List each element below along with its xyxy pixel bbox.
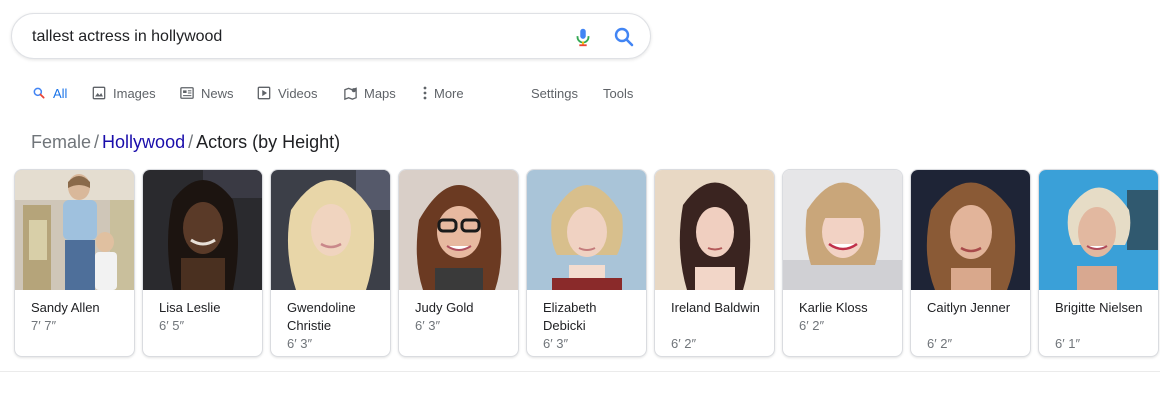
breadcrumb-current: Actors (by Height) [196, 132, 341, 152]
person-photo [271, 170, 390, 290]
tab-label: News [201, 85, 234, 101]
person-name: Brigitte Nielsen [1055, 300, 1143, 315]
person-card[interactable]: Judy Gold 6′ 3″ [398, 169, 519, 357]
person-card[interactable]: Ireland Baldwin 6′ 2″ [654, 169, 775, 357]
person-name: Gwendoline Christie [287, 300, 356, 333]
person-photo [399, 170, 518, 290]
tab-all[interactable]: All [31, 82, 67, 104]
person-name: Judy Gold [415, 300, 474, 315]
person-photo [527, 170, 646, 290]
person-photo [1039, 170, 1158, 290]
person-photo [655, 170, 774, 290]
person-height: 6′ 3″ [543, 336, 569, 351]
microphone-icon[interactable] [572, 26, 594, 48]
person-height: 6′ 5″ [159, 318, 185, 333]
tab-more[interactable]: More [421, 82, 464, 104]
person-name: Ireland Baldwin [671, 300, 760, 315]
video-icon [256, 85, 272, 101]
person-height: 6′ 2″ [671, 336, 697, 351]
tab-label: All [53, 85, 68, 101]
person-name: Lisa Leslie [159, 300, 221, 315]
search-input[interactable] [32, 26, 552, 48]
tab-maps[interactable]: Maps [342, 82, 396, 104]
breadcrumb-separator: / [94, 132, 100, 152]
tab-tools[interactable]: Tools [603, 82, 633, 104]
person-photo [783, 170, 902, 290]
tab-label: Images [113, 85, 156, 101]
tab-videos[interactable]: Videos [256, 82, 318, 104]
breadcrumb-hollywood[interactable]: Hollywood [102, 132, 185, 152]
person-photo [15, 170, 134, 290]
tab-news[interactable]: News [179, 82, 234, 104]
news-icon [179, 85, 195, 101]
breadcrumb-separator: / [188, 132, 194, 152]
person-height: 6′ 2″ [799, 318, 825, 333]
person-name: Elizabeth Debicki [543, 300, 597, 333]
person-photo [143, 170, 262, 290]
person-height: 6′ 3″ [287, 336, 313, 351]
person-height: 7′ 7″ [31, 318, 57, 333]
person-card[interactable]: Brigitte Nielsen 6′ 1″ [1038, 169, 1159, 357]
tab-images[interactable]: Images [91, 82, 156, 104]
person-card[interactable]: Caitlyn Jenner 6′ 2″ [910, 169, 1031, 357]
divider [0, 371, 1160, 372]
person-name: Caitlyn Jenner [927, 300, 1011, 315]
person-height: 6′ 3″ [415, 318, 441, 333]
tab-label: Tools [603, 85, 634, 101]
person-card[interactable]: Sandy Allen 7′ 7″ [14, 169, 135, 357]
person-card[interactable]: Elizabeth Debicki 6′ 3″ [526, 169, 647, 357]
tab-settings[interactable]: Settings [531, 82, 578, 104]
person-name: Karlie Kloss [799, 300, 868, 315]
breadcrumb-female[interactable]: Female [31, 132, 91, 152]
people-carousel: Sandy Allen 7′ 7″ Lisa Leslie 6′ 5″ Gwen… [14, 169, 1160, 359]
tab-label: Videos [278, 85, 318, 101]
person-height: 6′ 1″ [1055, 336, 1081, 351]
breadcrumb: Female / Hollywood / Actors (by Height) [31, 132, 340, 153]
person-card[interactable]: Gwendoline Christie 6′ 3″ [270, 169, 391, 357]
search-bar [11, 13, 651, 59]
tab-label: Settings [531, 85, 578, 101]
person-card[interactable]: Karlie Kloss 6′ 2″ [782, 169, 903, 357]
person-height: 6′ 2″ [927, 336, 953, 351]
more-vertical-icon [421, 85, 429, 101]
tab-label: More [434, 85, 464, 101]
image-icon [91, 85, 107, 101]
person-photo [911, 170, 1030, 290]
search-submit-icon[interactable] [612, 25, 636, 49]
person-name: Sandy Allen [31, 300, 100, 315]
search-icon [31, 85, 47, 101]
search-tabs: All Images News Videos Maps More Setting… [31, 82, 671, 104]
map-pin-icon [342, 85, 358, 101]
tab-label: Maps [364, 85, 396, 101]
person-card[interactable]: Lisa Leslie 6′ 5″ [142, 169, 263, 357]
